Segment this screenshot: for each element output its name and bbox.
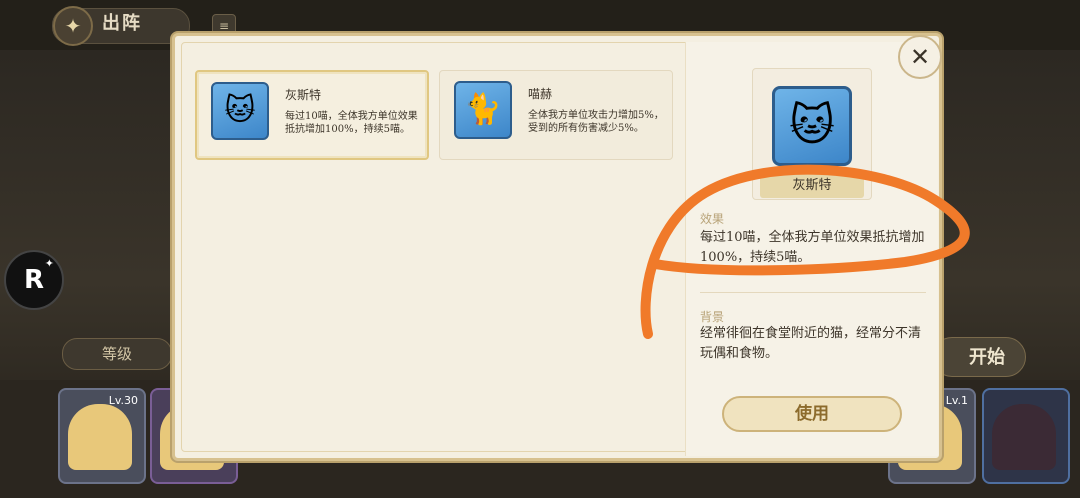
item-name: 灰斯特 (285, 88, 322, 102)
detail-name: 灰斯特 (792, 178, 832, 193)
item-detail-panel: 🐱 灰斯特 效果 每过10喵，全体我方单位效果抵抗增加100%，持续5喵。 背景… (685, 42, 938, 456)
character-level: Lv.30 (108, 394, 138, 407)
item-name: 喵赫 (528, 87, 553, 101)
compass-icon[interactable]: ✦ (53, 6, 93, 46)
item-modal: 🐱 灰斯特 每过10喵，全体我方单位效果抵抗增加100%，持续5喵。 🐈 喵赫 … (172, 33, 942, 461)
gray-cat-icon: 🐱 (772, 86, 852, 166)
r-button-label: R (23, 265, 45, 295)
effect-text: 每过10喵，全体我方单位效果抵抗增加100%，持续5喵。 (700, 230, 925, 265)
character-portrait (992, 404, 1056, 470)
item-desc: 全体我方单位攻击力增加5%，受到的所有伤害减少5%。 (528, 110, 664, 134)
use-button[interactable]: 使用 (722, 396, 902, 432)
background-label: 背景 (700, 310, 725, 324)
white-cat-icon: 🐈 (454, 81, 512, 139)
start-button[interactable]: 开始 (932, 337, 1026, 377)
item-card[interactable]: 🐈 喵赫 全体我方单位攻击力增加5%，受到的所有伤害减少5%。 (439, 70, 673, 160)
gray-cat-icon: 🐱 (211, 82, 269, 140)
character-card[interactable]: Lv.30 (58, 388, 146, 484)
divider (700, 292, 926, 293)
page-title: 出阵 (102, 13, 142, 34)
effect-label: 效果 (700, 212, 725, 226)
character-card[interactable] (982, 388, 1070, 484)
character-level: Lv.1 (945, 394, 968, 407)
item-desc: 每过10喵，全体我方单位效果抵抗增加100%，持续5喵。 (285, 111, 418, 135)
item-list: 🐱 灰斯特 每过10喵，全体我方单位效果抵抗增加100%，持续5喵。 🐈 喵赫 … (185, 46, 685, 450)
character-portrait (68, 404, 132, 470)
background-text: 经常徘徊在食堂附近的猫，经常分不清玩偶和食物。 (700, 326, 922, 361)
close-icon[interactable]: ✕ (898, 35, 942, 79)
sparkle-icon: ✦ (44, 257, 54, 270)
detail-name-bar: 灰斯特 (760, 174, 864, 198)
level-sort-button[interactable]: 等级 (62, 338, 172, 370)
r-button[interactable]: R ✦ (4, 250, 64, 310)
item-card-selected[interactable]: 🐱 灰斯特 每过10喵，全体我方单位效果抵抗增加100%，持续5喵。 (195, 70, 429, 160)
